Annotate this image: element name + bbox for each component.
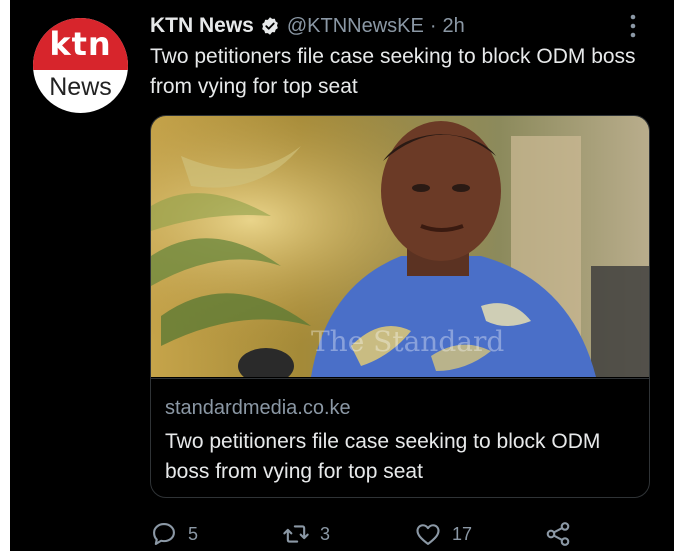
tweet-text: Two petitioners file case seeking to blo… [150, 45, 636, 98]
timestamp[interactable]: 2h [443, 15, 465, 38]
like-count: 17 [452, 523, 473, 544]
more-vertical-icon[interactable] [628, 13, 638, 39]
tweet-header: KTN News @KTNNewsKE · 2h [150, 10, 465, 42]
card-body[interactable]: standardmedia.co.ke Two petitioners file… [151, 378, 649, 497]
avatar-logo-news: News [49, 73, 112, 101]
reply-button[interactable]: 5 [150, 520, 198, 548]
link-card[interactable]: The Standard standardmedia.co.ke Two pet… [150, 115, 650, 498]
card-title: Two petitioners file case seeking to blo… [165, 430, 601, 483]
card-image[interactable]: The Standard [151, 116, 649, 377]
share-button[interactable] [544, 520, 572, 548]
card-domain: standardmedia.co.ke [165, 397, 351, 419]
like-button[interactable]: 17 [414, 520, 472, 548]
reply-count: 5 [188, 523, 199, 544]
retweet-count: 3 [320, 523, 331, 544]
like-icon [416, 524, 440, 545]
image-watermark: The Standard [311, 325, 504, 358]
handle[interactable]: @KTNNewsKE [287, 15, 424, 38]
share-icon [546, 522, 570, 546]
retweet-icon [283, 525, 309, 543]
avatar[interactable]: ktn News [33, 18, 128, 113]
retweet-button[interactable]: 3 [282, 520, 330, 548]
separator-dot: · [429, 14, 437, 37]
tweet[interactable]: ktn News KTN News @KTNNewsKE · 2h Two pe… [10, 0, 674, 551]
verified-badge-icon [262, 17, 278, 35]
reply-icon [153, 523, 175, 545]
avatar-logo-ktn: ktn [49, 25, 112, 63]
display-name[interactable]: KTN News [150, 14, 254, 38]
